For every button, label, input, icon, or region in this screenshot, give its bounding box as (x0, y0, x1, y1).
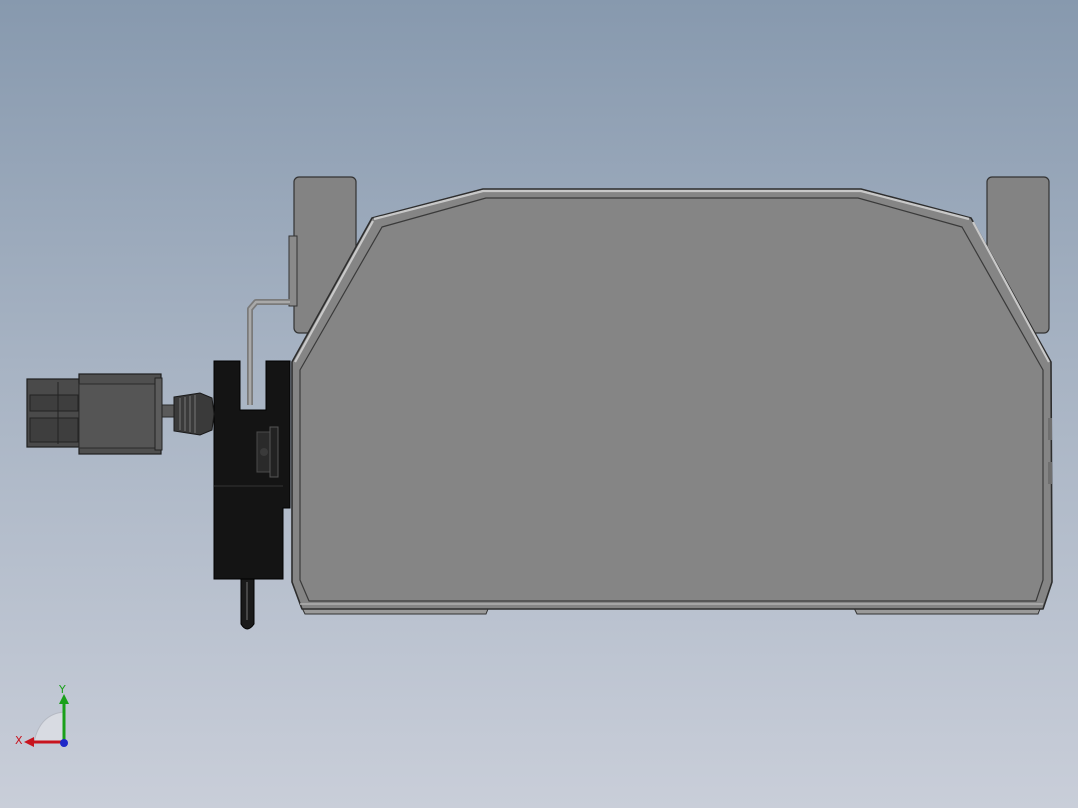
cad-model[interactable] (0, 0, 1078, 808)
graphics-viewport[interactable]: Y X (0, 0, 1078, 808)
y-axis-label: Y (58, 683, 66, 696)
main-housing (291, 188, 1053, 610)
connector-back-slot-bottom (29, 417, 79, 443)
bracket-bolt-nut (269, 426, 279, 478)
connector-face (78, 383, 156, 449)
connector-collar (154, 377, 163, 451)
side-mark-2 (1048, 462, 1052, 484)
orientation-triad[interactable]: Y X (10, 682, 80, 752)
left-pad-tab (288, 235, 298, 307)
bracket-bolt-center (260, 448, 268, 456)
x-axis-label: X (15, 734, 23, 747)
z-axis-dot (60, 739, 68, 747)
side-mark-1 (1048, 418, 1052, 440)
x-axis-arrowhead (24, 737, 34, 747)
connector-back-slot-top (29, 394, 79, 412)
triad-plane (33, 711, 65, 743)
